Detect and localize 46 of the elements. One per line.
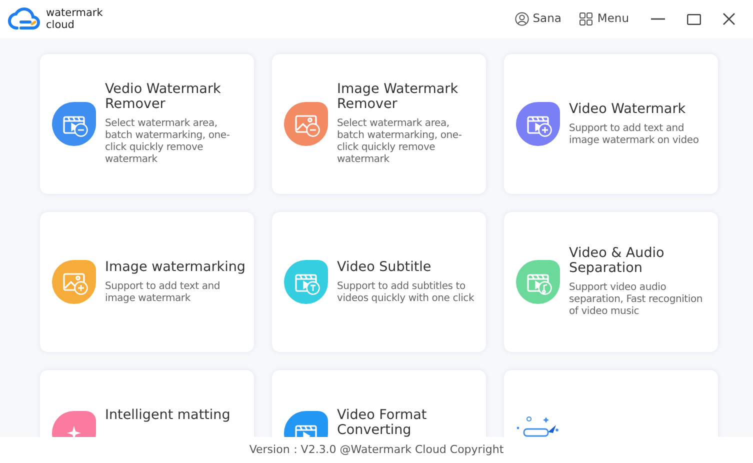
feature-description: Select watermark area, batch watermarking, one-click quickly remove watermark	[105, 118, 231, 166]
feature-card[interactable]: Video & Audio Separation Support video audio separation, Fast recognition of video music	[504, 212, 718, 352]
app-name: watermark	[46, 7, 103, 19]
plus-badge-icon	[538, 123, 552, 137]
video-clip-icon	[295, 272, 317, 292]
feature-title: Image Watermark Remover	[337, 82, 460, 112]
rocket-illustration-drawing	[516, 416, 560, 437]
user-icon	[514, 12, 529, 26]
feature-title: Video Subtitle	[337, 260, 432, 274]
close-icon[interactable]	[723, 13, 735, 25]
feature-description: Support video audio separation, Fast recognition of video music	[569, 282, 704, 318]
feature-card[interactable]: Video Subtitle Support to add subtitles to videos quickly with one click	[272, 212, 486, 352]
maximize-icon[interactable]	[687, 14, 701, 24]
video-clip-icon	[63, 114, 85, 134]
menu-button[interactable]: Menu	[579, 10, 629, 28]
minimize-icon[interactable]	[651, 18, 665, 20]
music-badge-icon	[538, 281, 552, 295]
feature-title: Intelligent matting	[105, 408, 230, 423]
feature-card[interactable]: Vedio Watermark Remover Select watermark area, batch watermarking, one-click quickly remove watermark	[40, 54, 254, 194]
feature-title: Vedio Watermark Remover	[105, 82, 222, 112]
video-clip-icon	[527, 272, 549, 292]
image-icon	[63, 273, 85, 291]
feature-title: Video Format Converting	[337, 408, 428, 437]
image-icon	[295, 115, 317, 133]
feature-description: Support to add text and image watermark on video	[569, 122, 700, 146]
feature-card[interactable]: Video Format Converting	[272, 370, 486, 437]
version-text: Version：V2.3.0 @Watermark Cloud Copyright	[249, 442, 504, 458]
app-name: cloud	[46, 19, 76, 31]
feature-card[interactable]: Image watermarking Support to add text and image watermark	[40, 212, 254, 352]
feature-title: Video Watermark	[569, 102, 687, 116]
text-badge-icon	[306, 281, 320, 295]
feature-description: Support to add text and image watermark	[105, 280, 222, 304]
cloud-logo-icon	[8, 7, 40, 31]
feature-title: Image watermarking	[105, 260, 246, 274]
feature-card[interactable]: Image Watermark Remover Select watermark area, batch watermarking, one-click quickly remove watermark	[272, 54, 486, 194]
video-clip-icon	[527, 114, 549, 134]
grid-icon	[579, 12, 594, 26]
feature-description: Select watermark area, batch watermarking, one-click quickly remove watermark	[337, 118, 463, 166]
user-button[interactable]: Sana	[514, 10, 562, 28]
feature-card[interactable]: Video Watermark Support to add text and image watermark on video	[504, 54, 718, 194]
feature-description: Support to add subtitles to videos quickly with one click	[337, 280, 476, 304]
feature-card[interactable]: Intelligent matting	[40, 370, 254, 437]
feature-title: Video & Audio Separation	[569, 246, 666, 276]
minus-badge-icon	[306, 123, 320, 137]
plus-badge-icon	[74, 281, 88, 295]
minus-badge-icon	[74, 123, 88, 137]
